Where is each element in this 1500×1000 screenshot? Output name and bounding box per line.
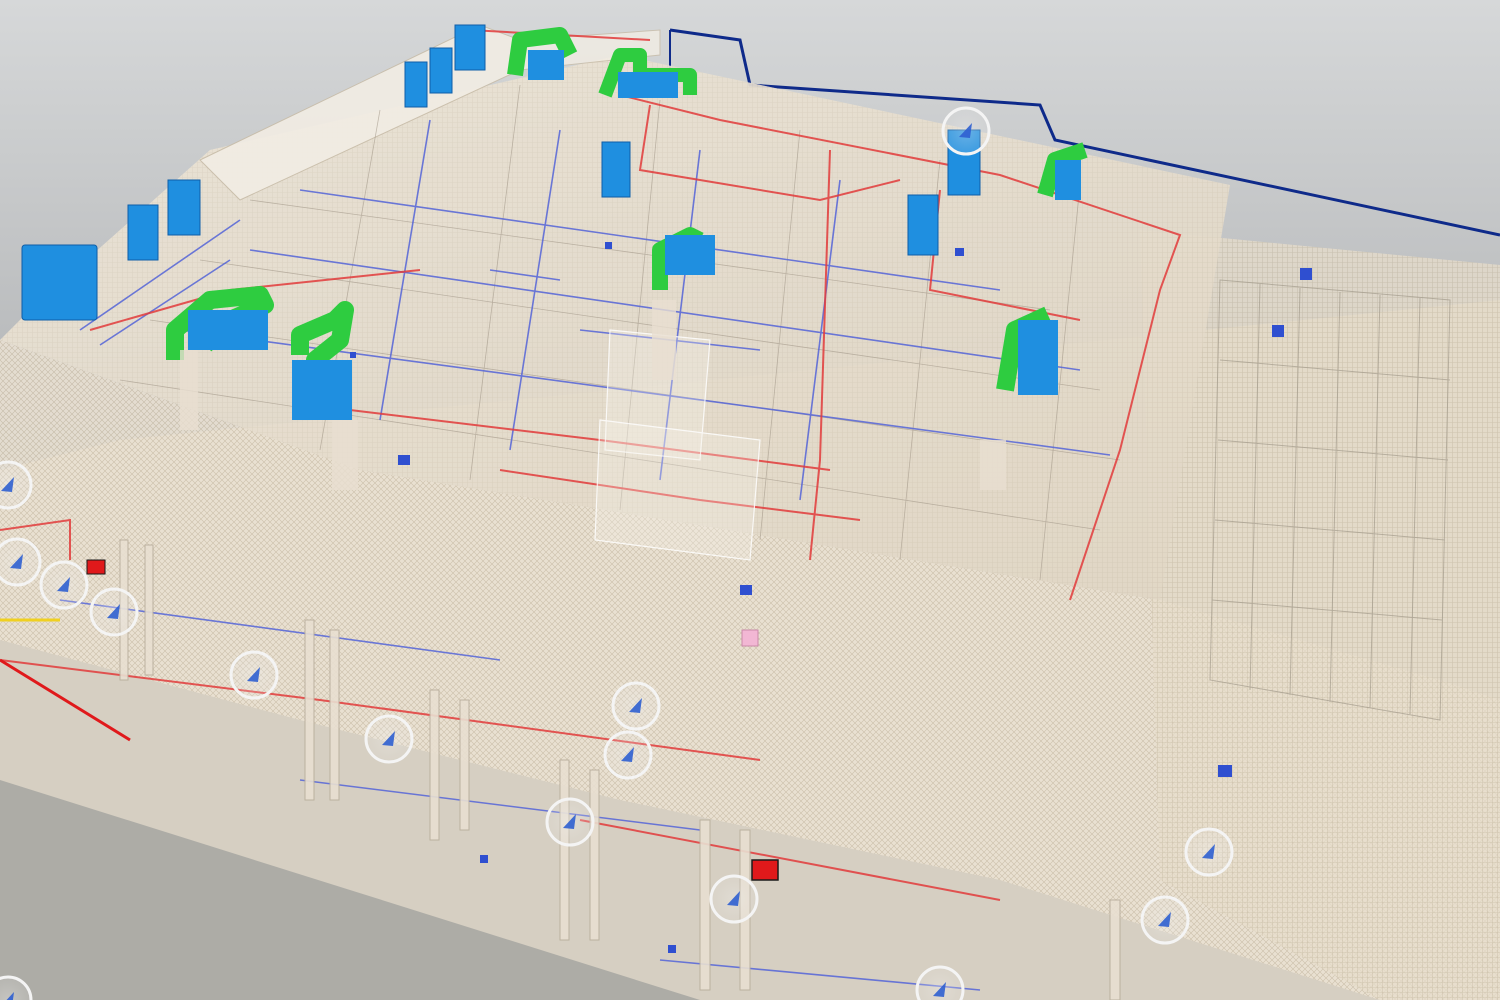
duct-riser (980, 440, 1006, 490)
duct-riser (180, 350, 198, 430)
ahu-unit[interactable] (21, 244, 98, 321)
model-marker[interactable] (709, 874, 759, 924)
duct-unit[interactable] (507, 27, 578, 80)
model-marker[interactable] (1140, 895, 1190, 945)
highlighted-element[interactable] (741, 629, 759, 647)
ahu-unit[interactable] (167, 179, 201, 236)
bim-model-scene[interactable] (0, 0, 1500, 1000)
model-marker[interactable] (603, 730, 653, 780)
model-marker[interactable] (545, 797, 595, 847)
marker-ring[interactable] (0, 460, 33, 510)
model-marker[interactable] (0, 460, 33, 510)
duct-base[interactable] (1055, 160, 1081, 200)
ahu-unit[interactable] (429, 47, 453, 94)
model-marker[interactable] (941, 106, 991, 156)
model-marker[interactable] (915, 965, 965, 1000)
model-marker[interactable] (39, 560, 89, 610)
duct-base[interactable] (618, 72, 678, 98)
ahu-unit[interactable] (907, 194, 939, 256)
model-marker[interactable] (89, 587, 139, 637)
duct-base[interactable] (188, 310, 268, 350)
duct-base[interactable] (665, 235, 715, 275)
duct-base[interactable] (528, 50, 564, 80)
clash-marker[interactable] (751, 859, 779, 881)
ahu-unit[interactable] (454, 24, 486, 71)
model-marker[interactable] (1184, 827, 1234, 877)
duct-base[interactable] (1018, 320, 1058, 395)
model-marker[interactable] (0, 537, 42, 587)
ahu-unit[interactable] (127, 204, 159, 261)
duct-riser (652, 300, 676, 380)
model-marker[interactable] (229, 650, 279, 700)
clash-marker[interactable] (86, 559, 106, 575)
model-marker[interactable] (611, 681, 661, 731)
ahu-unit[interactable] (601, 141, 631, 198)
duct-base[interactable] (292, 360, 352, 420)
model-marker[interactable] (364, 714, 414, 764)
duct-riser (332, 420, 358, 490)
ahu-unit[interactable] (404, 61, 428, 108)
duct-unit[interactable] (1037, 142, 1088, 200)
3d-model-viewport[interactable] (0, 0, 1500, 1000)
